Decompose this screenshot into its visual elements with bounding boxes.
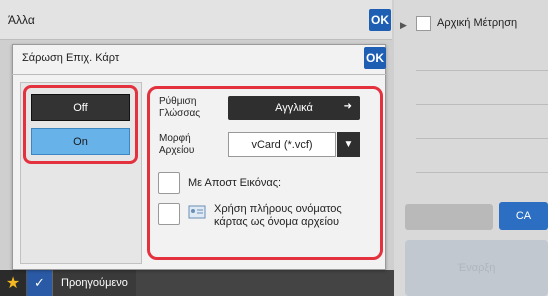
format-label-line1: Μορφή xyxy=(159,133,191,144)
disabled-button xyxy=(405,204,493,230)
send-image-label: Με Αποστ Εικόνας: xyxy=(188,177,282,189)
full-name-label: Χρήση πλήρους ονόματος κάρτας ως όνομα α… xyxy=(214,203,342,229)
language-label-line1: Ρύθμιση xyxy=(159,96,197,107)
initial-count-row[interactable]: Αρχική Μέτρηση xyxy=(416,8,548,38)
language-label-line2: Γλώσσας xyxy=(159,108,201,119)
dropdown-arrow-icon[interactable]: ▼ xyxy=(337,132,360,157)
on-button[interactable]: On xyxy=(31,128,130,155)
language-button[interactable]: Αγγλικά ➜ xyxy=(228,96,360,120)
initial-count-checkbox[interactable] xyxy=(416,15,431,31)
check-icon[interactable]: ✓ xyxy=(26,270,52,296)
language-setting-label: Ρύθμιση Γλώσσας xyxy=(159,96,200,120)
dialog-ok-button[interactable]: OK xyxy=(364,47,386,69)
full-name-label-line1: Χρήση πλήρους ονόματος xyxy=(214,203,342,215)
background-title: Άλλα xyxy=(8,13,35,27)
divider xyxy=(416,70,548,71)
start-button: Έναρξη xyxy=(405,240,548,296)
expand-arrow-icon[interactable]: ▶​ xyxy=(400,20,407,31)
divider xyxy=(416,172,548,173)
format-label-line2: Αρχείου xyxy=(159,145,195,156)
bottom-bar: ★ ✓ Προηγούμενο xyxy=(0,270,394,296)
language-value: Αγγλικά xyxy=(275,102,313,114)
off-button[interactable]: Off xyxy=(31,94,130,121)
star-icon[interactable]: ★ xyxy=(0,270,26,296)
dialog-divider xyxy=(12,74,386,75)
file-format-label: Μορφή Αρχείου xyxy=(159,133,194,157)
divider xyxy=(416,138,548,139)
ca-button[interactable]: CA xyxy=(499,202,548,230)
full-name-checkbox[interactable] xyxy=(158,203,180,225)
send-image-checkbox[interactable] xyxy=(158,172,180,194)
business-card-icon xyxy=(188,205,206,219)
dialog-title: Σάρωση Επιχ. Κάρτ xyxy=(22,52,120,64)
file-format-select[interactable]: vCard (*.vcf) xyxy=(228,132,336,157)
previous-button[interactable]: Προηγούμενο xyxy=(52,270,136,296)
background-ok-button[interactable]: OK xyxy=(369,9,391,31)
full-name-label-line2: κάρτας ως όνομα αρχείου xyxy=(214,216,340,228)
background-title-bar: Άλλα xyxy=(0,0,392,40)
divider xyxy=(416,104,548,105)
initial-count-label: Αρχική Μέτρηση xyxy=(437,17,518,29)
arrow-right-icon: ➜ xyxy=(343,101,352,112)
